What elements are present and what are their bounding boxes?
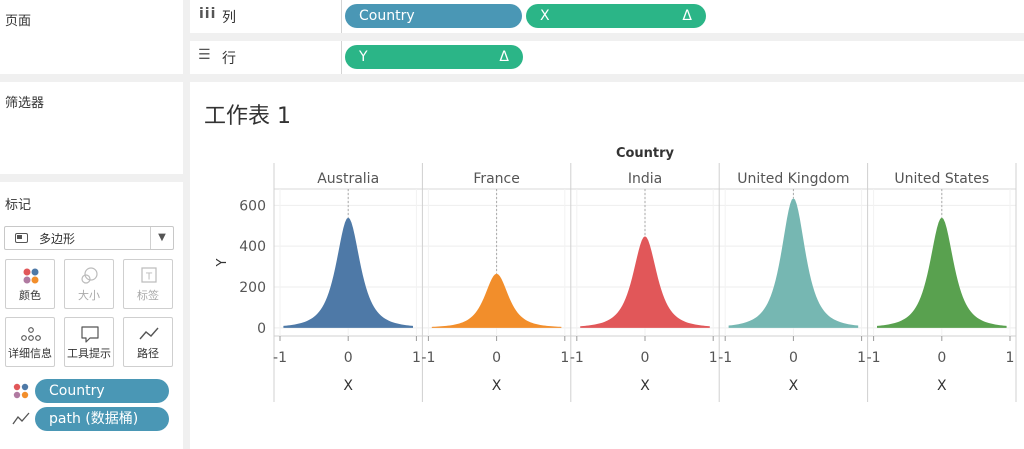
x-tick-label: 0 (937, 350, 946, 366)
sheet-title: 工作表 1 (204, 104, 291, 129)
x-tick-label: -1 (421, 350, 435, 366)
pill-label: X (540, 8, 550, 24)
path-line-icon (139, 327, 159, 340)
y-axis-title: Y (215, 258, 230, 267)
field-label: Country (49, 383, 105, 399)
columns-icon: iii (199, 6, 217, 22)
chart: Country 0 200 400 600 Y Australia -1 0 1 X France -1… (215, 146, 1017, 402)
pages-card-title: 页面 (5, 14, 32, 29)
rows-shelf (190, 41, 1024, 74)
x-tick-label: -1 (867, 350, 881, 366)
color-button-label: 颜色 (19, 289, 41, 302)
table-calc-delta-icon: Δ (499, 49, 509, 65)
x-axis-title: X (343, 378, 353, 394)
path-button[interactable]: 路径 (123, 317, 173, 367)
x-tick-label: 1 (1006, 350, 1015, 366)
filters-card-title: 筛选器 (5, 96, 45, 111)
detail-button[interactable]: 详细信息 (5, 317, 55, 367)
tooltip-button[interactable]: 工具提示 (64, 317, 114, 367)
panel-header-label: Australia (317, 171, 379, 187)
x-tick-label: -1 (570, 350, 584, 366)
x-tick-label: -1 (273, 350, 287, 366)
color-button[interactable]: 颜色 (5, 259, 55, 309)
panel-header-label: United States (894, 171, 989, 187)
country-color-field[interactable]: Country (35, 379, 169, 403)
size-button-label: 大小 (78, 289, 100, 302)
shelf-divider (341, 0, 342, 33)
mark-type-label: 多边形 (39, 232, 76, 246)
path-line-icon (12, 412, 30, 425)
rows-icon: ☰ (198, 47, 211, 63)
detail-button-label: 详细信息 (8, 347, 52, 360)
detail-dots-icon (21, 327, 41, 341)
x-tick-label: 0 (492, 350, 501, 366)
column-pill-x[interactable]: X Δ (526, 4, 706, 28)
y-tick-label: 200 (239, 280, 266, 296)
column-pill-country[interactable]: Country (345, 4, 522, 28)
density-area-india (580, 236, 710, 328)
x-tick-label: 1 (412, 350, 421, 366)
path-button-label: 路径 (137, 347, 159, 360)
table-calc-delta-icon: Δ (682, 8, 692, 24)
mark-type-dropdown[interactable]: 多边形 ▼ (4, 226, 174, 250)
y-tick-label: 400 (239, 239, 266, 255)
size-circles-icon (81, 267, 98, 284)
x-tick-label: 0 (789, 350, 798, 366)
panel-header-label: United Kingdom (737, 171, 849, 187)
x-tick-label: 0 (641, 350, 650, 366)
x-axis-title: X (640, 378, 650, 394)
chevron-down-icon[interactable]: ▼ (150, 227, 173, 249)
path-bin-field[interactable]: path (数据桶) (35, 407, 169, 431)
panel-header-label: India (628, 171, 662, 187)
label-t-icon: T (141, 267, 157, 283)
pill-label: Country (359, 8, 415, 24)
row-pill-y[interactable]: Y Δ (345, 45, 523, 69)
x-tick-label: -1 (718, 350, 732, 366)
color-dots-icon (23, 268, 39, 284)
filters-card[interactable]: 筛选器 (0, 82, 183, 174)
x-tick-label: 1 (709, 350, 718, 366)
density-area-australia (283, 217, 413, 328)
x-axis-title: X (937, 378, 947, 394)
marks-card-title: 标记 (5, 198, 32, 213)
x-tick-label: 1 (857, 350, 866, 366)
shelf-divider (341, 41, 342, 74)
density-area-france (431, 273, 562, 328)
field-label: path (数据桶) (49, 411, 139, 427)
column-header-title: Country (616, 146, 675, 161)
density-area-united-kingdom (728, 198, 859, 328)
size-button[interactable]: 大小 (64, 259, 114, 309)
tooltip-bubble-icon (81, 326, 99, 343)
pages-card: 页面 (0, 0, 183, 74)
color-dots-icon (13, 383, 29, 399)
density-area-united-states (877, 217, 1007, 328)
polygon-mark-icon (15, 233, 28, 243)
label-button-label: 标签 (137, 289, 159, 302)
x-tick-label: 0 (344, 350, 353, 366)
label-button[interactable]: T 标签 (123, 259, 173, 309)
x-axis-title: X (789, 378, 799, 394)
x-tick-label: 1 (560, 350, 569, 366)
tooltip-button-label: 工具提示 (67, 347, 111, 360)
rows-shelf-label: 行 (222, 51, 236, 67)
y-tick-label: 600 (239, 198, 266, 214)
panel-header-label: France (473, 171, 520, 187)
svg-text:T: T (145, 272, 153, 283)
x-axis-title: X (492, 378, 502, 394)
y-tick-label: 0 (257, 321, 266, 337)
columns-shelf-label: 列 (222, 10, 236, 26)
pill-label: Y (359, 49, 368, 65)
